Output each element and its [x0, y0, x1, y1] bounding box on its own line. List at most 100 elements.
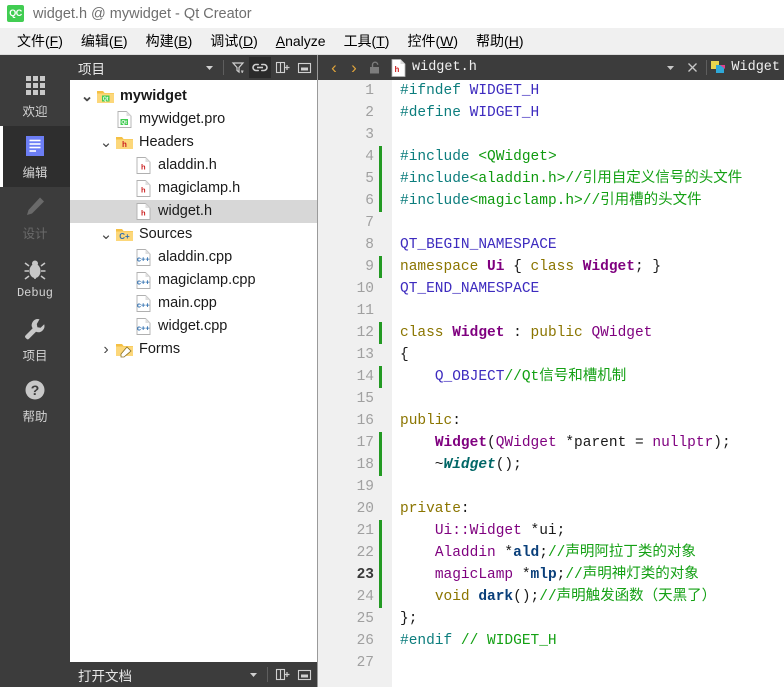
editor-close-button[interactable]: [681, 57, 703, 78]
filter-button[interactable]: [227, 57, 249, 78]
code-line[interactable]: };: [400, 608, 784, 630]
mode-welcome[interactable]: 欢迎: [0, 65, 70, 126]
tree-item-magiclamp-h[interactable]: h magiclamp.h: [70, 177, 317, 200]
close-panel-button[interactable]: [293, 57, 315, 78]
code-line[interactable]: void dark();//声明触发函数（天黑了）: [400, 586, 784, 608]
code-token: mlp: [530, 567, 557, 583]
mode-help[interactable]: ? 帮助: [0, 370, 70, 431]
chevron-right-icon[interactable]: ›: [97, 342, 115, 358]
bug-icon: [24, 260, 46, 280]
code-line[interactable]: #include<magiclamp.h>//引用槽的头文件: [400, 190, 784, 212]
sync-selection-button[interactable]: [249, 57, 271, 78]
menu-file-label: 文件(F): [17, 33, 63, 49]
code-line[interactable]: public:: [400, 410, 784, 432]
line-number: 3: [365, 127, 374, 143]
code-token: #define: [400, 105, 470, 121]
open-documents-dropdown[interactable]: [242, 664, 264, 685]
code-line[interactable]: [400, 300, 784, 322]
open-documents-close-button[interactable]: [293, 664, 315, 685]
code-line[interactable]: #include <QWidget>: [400, 146, 784, 168]
open-documents-split-button[interactable]: [271, 664, 293, 685]
line-number: 20: [356, 501, 374, 517]
code-line[interactable]: [400, 124, 784, 146]
code-line[interactable]: {: [400, 344, 784, 366]
code-token: public: [400, 413, 453, 429]
code-line[interactable]: #ifndef WIDGET_H: [400, 80, 784, 102]
tree-item-magiclamp-cpp[interactable]: c++ magiclamp.cpp: [70, 269, 317, 292]
menu-bar: 文件(F) 编辑(E) 构建(B) 调试(D) Analyze 工具(T) 控件…: [0, 28, 784, 55]
line-number: 6: [365, 193, 374, 209]
cpp-file-icon: c++: [136, 318, 151, 335]
editor-file-dropdown[interactable]: [659, 57, 681, 78]
tree-item-widget-cpp[interactable]: c++ widget.cpp: [70, 315, 317, 338]
code-token: {: [400, 347, 409, 363]
mode-debug[interactable]: Debug: [0, 248, 70, 309]
code-line[interactable]: QT_BEGIN_NAMESPACE: [400, 234, 784, 256]
code-line[interactable]: magicLamp *mlp;//声明神灯类的对象: [400, 564, 784, 586]
nav-forward-button[interactable]: ›: [344, 59, 364, 76]
project-tree[interactable]: ⌄ Qt mywidget Qt mywidget.pro ⌄ h Headers h aladd…: [70, 80, 317, 662]
menu-debug[interactable]: 调试(D): [201, 29, 266, 53]
menu-analyze[interactable]: Analyze: [267, 31, 335, 51]
editor-symbol: Widget: [731, 60, 780, 75]
lock-toggle-button[interactable]: [364, 57, 386, 78]
menu-file[interactable]: 文件(F): [8, 29, 72, 53]
chevron-down-icon[interactable]: ⌄: [78, 89, 96, 104]
change-marker: [379, 542, 382, 564]
view-selector-dropdown[interactable]: [198, 57, 220, 78]
menu-edit[interactable]: 编辑(E): [72, 29, 137, 53]
mode-edit[interactable]: 编辑: [0, 126, 70, 187]
code-line[interactable]: #include<aladdin.h>//引用自定义信号的头文件: [400, 168, 784, 190]
code-line[interactable]: [400, 388, 784, 410]
tree-item-widget-h[interactable]: h widget.h: [70, 200, 317, 223]
code-line[interactable]: [400, 476, 784, 498]
line-number: 26: [356, 633, 374, 649]
tree-item-headers[interactable]: ⌄ h Headers: [70, 131, 317, 154]
code-line[interactable]: Aladdin *ald;//声明阿拉丁类的对象: [400, 542, 784, 564]
tree-item-mywidget-pro[interactable]: Qt mywidget.pro: [70, 108, 317, 131]
tree-item-sources[interactable]: ⌄ C+ Sources: [70, 223, 317, 246]
line-number: 7: [365, 215, 374, 231]
chevron-down-icon[interactable]: ⌄: [97, 227, 115, 242]
code-view[interactable]: 123456789101112▼131415161718192021222324…: [318, 80, 784, 687]
tree-item-aladdin-h[interactable]: h aladdin.h: [70, 154, 317, 177]
code-token: nullptr: [652, 435, 714, 451]
code-line[interactable]: Ui::Widget *ui;: [400, 520, 784, 542]
mode-design[interactable]: 设计: [0, 187, 70, 248]
split-button[interactable]: [271, 57, 293, 78]
header-file-icon: h: [136, 180, 151, 197]
tree-item-forms[interactable]: › Forms: [70, 338, 317, 361]
code-line[interactable]: private:: [400, 498, 784, 520]
code-line[interactable]: QT_END_NAMESPACE: [400, 278, 784, 300]
chevron-down-icon[interactable]: ⌄: [97, 135, 115, 150]
menu-widget[interactable]: 控件(W): [398, 29, 467, 53]
code-line[interactable]: ~Widget();: [400, 454, 784, 476]
tree-item-aladdin-cpp[interactable]: c++ aladdin.cpp: [70, 246, 317, 269]
grid-icon: [26, 75, 45, 95]
code-line[interactable]: class Widget : public QWidget: [400, 322, 784, 344]
svg-text:C+: C+: [119, 232, 130, 241]
tree-item-mywidget[interactable]: ⌄ Qt mywidget: [70, 85, 317, 108]
change-marker: [379, 146, 382, 168]
line-number: 1: [365, 83, 374, 99]
code-line[interactable]: namespace Ui { class Widget; }: [400, 256, 784, 278]
code-line[interactable]: Q_OBJECT//Qt信号和槽机制: [400, 366, 784, 388]
chevron-down-icon: [666, 66, 674, 70]
code-line[interactable]: Widget(QWidget *parent = nullptr);: [400, 432, 784, 454]
code-text[interactable]: #ifndef WIDGET_H #define WIDGET_H #includ…: [392, 80, 784, 687]
menu-build[interactable]: 构建(B): [137, 29, 202, 53]
menu-tools[interactable]: 工具(T): [335, 29, 399, 53]
code-token: ald: [513, 545, 540, 561]
change-marker: [379, 564, 382, 586]
code-line[interactable]: #endif // WIDGET_H: [400, 630, 784, 652]
code-line[interactable]: #define WIDGET_H: [400, 102, 784, 124]
code-line[interactable]: [400, 652, 784, 674]
menu-help[interactable]: 帮助(H): [467, 29, 532, 53]
mode-projects[interactable]: 项目: [0, 309, 70, 370]
code-line[interactable]: [400, 212, 784, 234]
code-token: ();: [513, 589, 540, 605]
nav-back-button[interactable]: ‹: [324, 59, 344, 76]
tree-item-main-cpp[interactable]: c++ main.cpp: [70, 292, 317, 315]
svg-text:c++: c++: [137, 278, 151, 287]
